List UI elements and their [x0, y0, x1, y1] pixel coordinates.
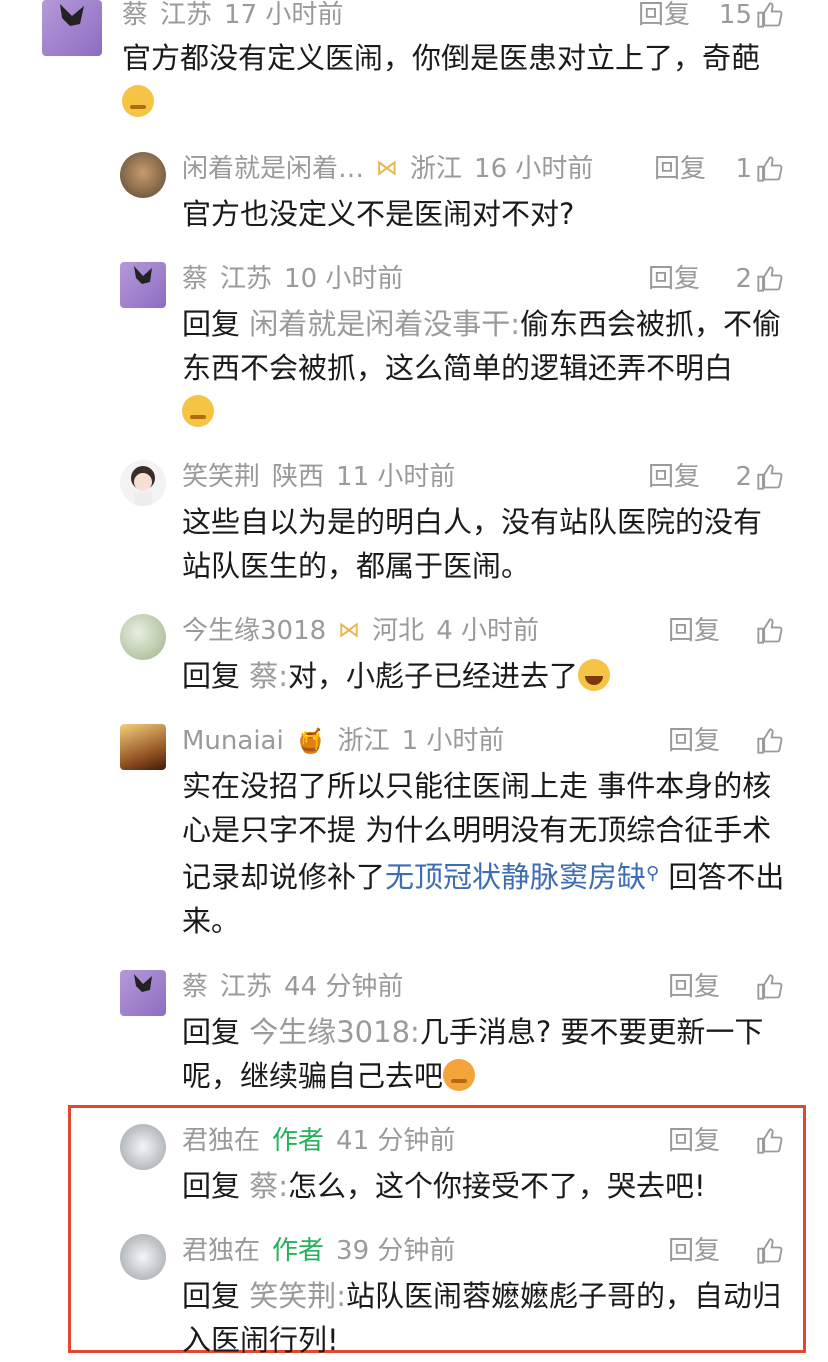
- hot-face-emoji-icon: [443, 1059, 476, 1091]
- laughing-emoji-icon: [578, 659, 611, 691]
- thumbs-up-icon: [757, 1238, 783, 1264]
- like-count: 1: [735, 154, 752, 184]
- reply-button[interactable]: 回复: [638, 0, 690, 33]
- avatar[interactable]: [42, 0, 102, 56]
- honey-jar-icon: 🍯: [295, 727, 326, 755]
- like-button[interactable]: [752, 1123, 784, 1159]
- comment-text: 怎么，这个你接受不了，哭去吧!: [288, 1169, 706, 1203]
- reply-prefix: 回复: [182, 1169, 241, 1203]
- user-name[interactable]: 蔡: [182, 969, 208, 1005]
- comment-time: 11 小时前: [336, 462, 456, 492]
- avatar[interactable]: [120, 614, 166, 660]
- thumbs-up-icon: [757, 156, 783, 182]
- reply-to-user[interactable]: 闲着就是闲着没事干:: [249, 307, 520, 341]
- comment-text: 这些自以为是的明白人，没有站队医院的没有站队医生的，都属于医闹。: [182, 505, 763, 583]
- reply-button[interactable]: 回复: [668, 613, 720, 649]
- reply-prefix: 回复: [182, 1279, 241, 1313]
- user-region: 江苏: [220, 972, 273, 1002]
- reply-prefix: 回复: [182, 659, 241, 693]
- user-region: 江苏: [220, 264, 273, 294]
- reply-button[interactable]: 回复: [648, 459, 700, 495]
- smirk-emoji-icon: [182, 395, 214, 427]
- reply-button[interactable]: 回复: [654, 151, 706, 187]
- avatar[interactable]: [120, 1124, 166, 1170]
- author-badge: 作者: [272, 1126, 325, 1156]
- reply-to-user[interactable]: 今生缘3018:: [249, 1015, 420, 1049]
- avatar[interactable]: [120, 970, 166, 1016]
- like-button[interactable]: 15: [719, 0, 784, 33]
- user-name[interactable]: 闲着就是闲着…: [182, 151, 364, 187]
- reply-button[interactable]: 回复: [668, 723, 720, 759]
- user-name[interactable]: 君独在: [182, 1233, 260, 1269]
- thumbs-up-icon: [757, 618, 783, 644]
- user-region: 江苏: [160, 0, 213, 30]
- reply-button[interactable]: 回复: [668, 1123, 720, 1159]
- user-name[interactable]: 蔡: [122, 0, 148, 33]
- reply-button[interactable]: 回复: [668, 1233, 720, 1269]
- user-region: 浙江: [337, 726, 390, 756]
- comment-time: 44 分钟前: [284, 972, 404, 1002]
- thumbs-up-icon: [757, 728, 783, 754]
- avatar[interactable]: [120, 152, 166, 198]
- like-button[interactable]: 1: [735, 151, 784, 187]
- avatar[interactable]: [120, 1234, 166, 1280]
- like-button[interactable]: [752, 613, 784, 649]
- reply-prefix: 回复: [182, 307, 241, 341]
- comment-text: 官方都没有定义医闹，你倒是医患对立上了，奇葩: [122, 41, 761, 75]
- comment-time: 39 分钟前: [336, 1236, 456, 1266]
- search-icon[interactable]: ⚲: [646, 863, 659, 884]
- comment-time: 4 小时前: [436, 616, 539, 646]
- comment-time: 1 小时前: [401, 726, 505, 756]
- comment-time: 17 小时前: [224, 0, 344, 30]
- like-button[interactable]: 2: [735, 459, 784, 495]
- reply-button[interactable]: 回复: [648, 261, 700, 297]
- reply-to-user[interactable]: 蔡:: [249, 1169, 288, 1203]
- comment-time: 16 小时前: [474, 154, 594, 184]
- reply-button[interactable]: 回复: [668, 969, 720, 1005]
- like-button[interactable]: 2: [735, 261, 784, 297]
- like-count: 15: [718, 0, 752, 30]
- user-region: 浙江: [410, 154, 463, 184]
- user-name[interactable]: Munaiai: [182, 723, 284, 759]
- user-name[interactable]: 笑笑荆: [182, 459, 260, 495]
- avatar[interactable]: [120, 460, 166, 506]
- user-name[interactable]: 蔡: [182, 261, 208, 297]
- reply-to-user[interactable]: 笑笑荆:: [249, 1279, 346, 1313]
- user-region: 陕西: [272, 462, 325, 492]
- user-name[interactable]: 今生缘3018: [182, 613, 326, 649]
- reply-prefix: 回复: [182, 1015, 241, 1049]
- thumbs-up-icon: [757, 974, 783, 1000]
- comment-text: 官方也没定义不是医闹对不对?: [182, 197, 575, 231]
- author-badge: 作者: [272, 1236, 325, 1266]
- thumbs-up-icon: [757, 266, 783, 292]
- smirk-emoji-icon: [122, 85, 154, 117]
- like-count: 2: [735, 462, 752, 492]
- vip-icon: ⋈: [376, 156, 399, 181]
- thumbs-up-icon: [757, 1128, 783, 1154]
- user-name[interactable]: 君独在: [182, 1123, 260, 1159]
- comment-time: 41 分钟前: [336, 1126, 456, 1156]
- avatar[interactable]: [120, 724, 166, 770]
- like-button[interactable]: [752, 1233, 784, 1269]
- search-link[interactable]: 无顶冠状静脉窦房缺: [385, 860, 646, 894]
- thumbs-up-icon: [757, 2, 783, 28]
- user-region: 河北: [372, 616, 425, 646]
- like-count: 2: [735, 264, 752, 294]
- reply-to-user[interactable]: 蔡:: [249, 659, 288, 693]
- avatar[interactable]: [120, 262, 166, 308]
- like-button[interactable]: [752, 723, 784, 759]
- vip-icon: ⋈: [338, 618, 361, 643]
- comment-time: 10 小时前: [284, 264, 404, 294]
- like-button[interactable]: [752, 969, 784, 1005]
- comment-text: 对，小彪子已经进去了: [288, 659, 579, 693]
- thumbs-up-icon: [757, 464, 783, 490]
